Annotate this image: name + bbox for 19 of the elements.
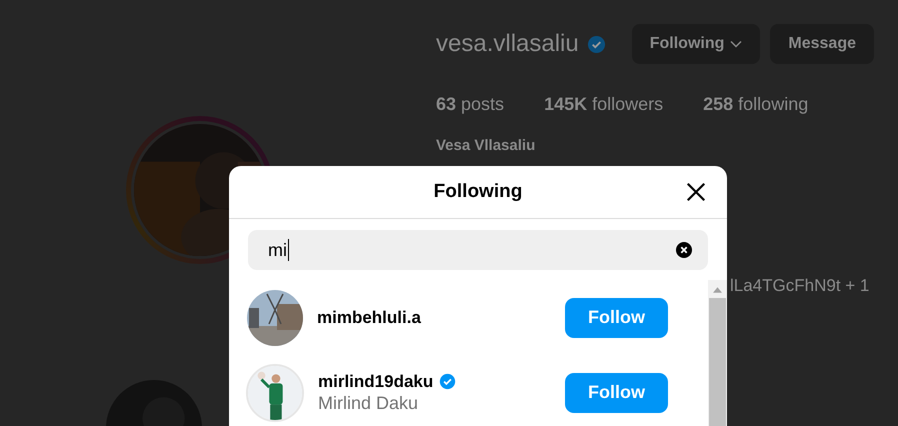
clear-icon[interactable] <box>676 242 692 258</box>
follow-button[interactable]: Follow <box>565 372 668 412</box>
profile-username: vesa.vllasaliu <box>436 30 579 58</box>
profile-full-name: Vesa Vllasaliu <box>436 137 536 154</box>
close-icon[interactable] <box>685 181 707 203</box>
search-field[interactable]: mi <box>248 230 708 270</box>
scrollbar[interactable] <box>708 280 727 426</box>
follow-button[interactable]: Follow <box>565 298 668 338</box>
account-full-name: Mirlind Daku <box>318 392 418 414</box>
account-username[interactable]: mimbehluli.a <box>317 308 421 328</box>
profile-stat[interactable]: 145K followers <box>544 94 664 115</box>
message-button[interactable]: Message <box>770 24 874 64</box>
profile-stat: 63 posts <box>436 94 504 115</box>
account-username[interactable]: mirlind19daku <box>318 372 434 392</box>
chevron-down-icon <box>730 40 742 48</box>
profile-stat[interactable]: 258 following <box>703 94 808 115</box>
dialog-title: Following <box>434 181 522 203</box>
following-dropdown[interactable]: Following <box>632 24 760 64</box>
bio-link[interactable]: lLa4TGcFhN9t + 1 <box>730 276 870 295</box>
